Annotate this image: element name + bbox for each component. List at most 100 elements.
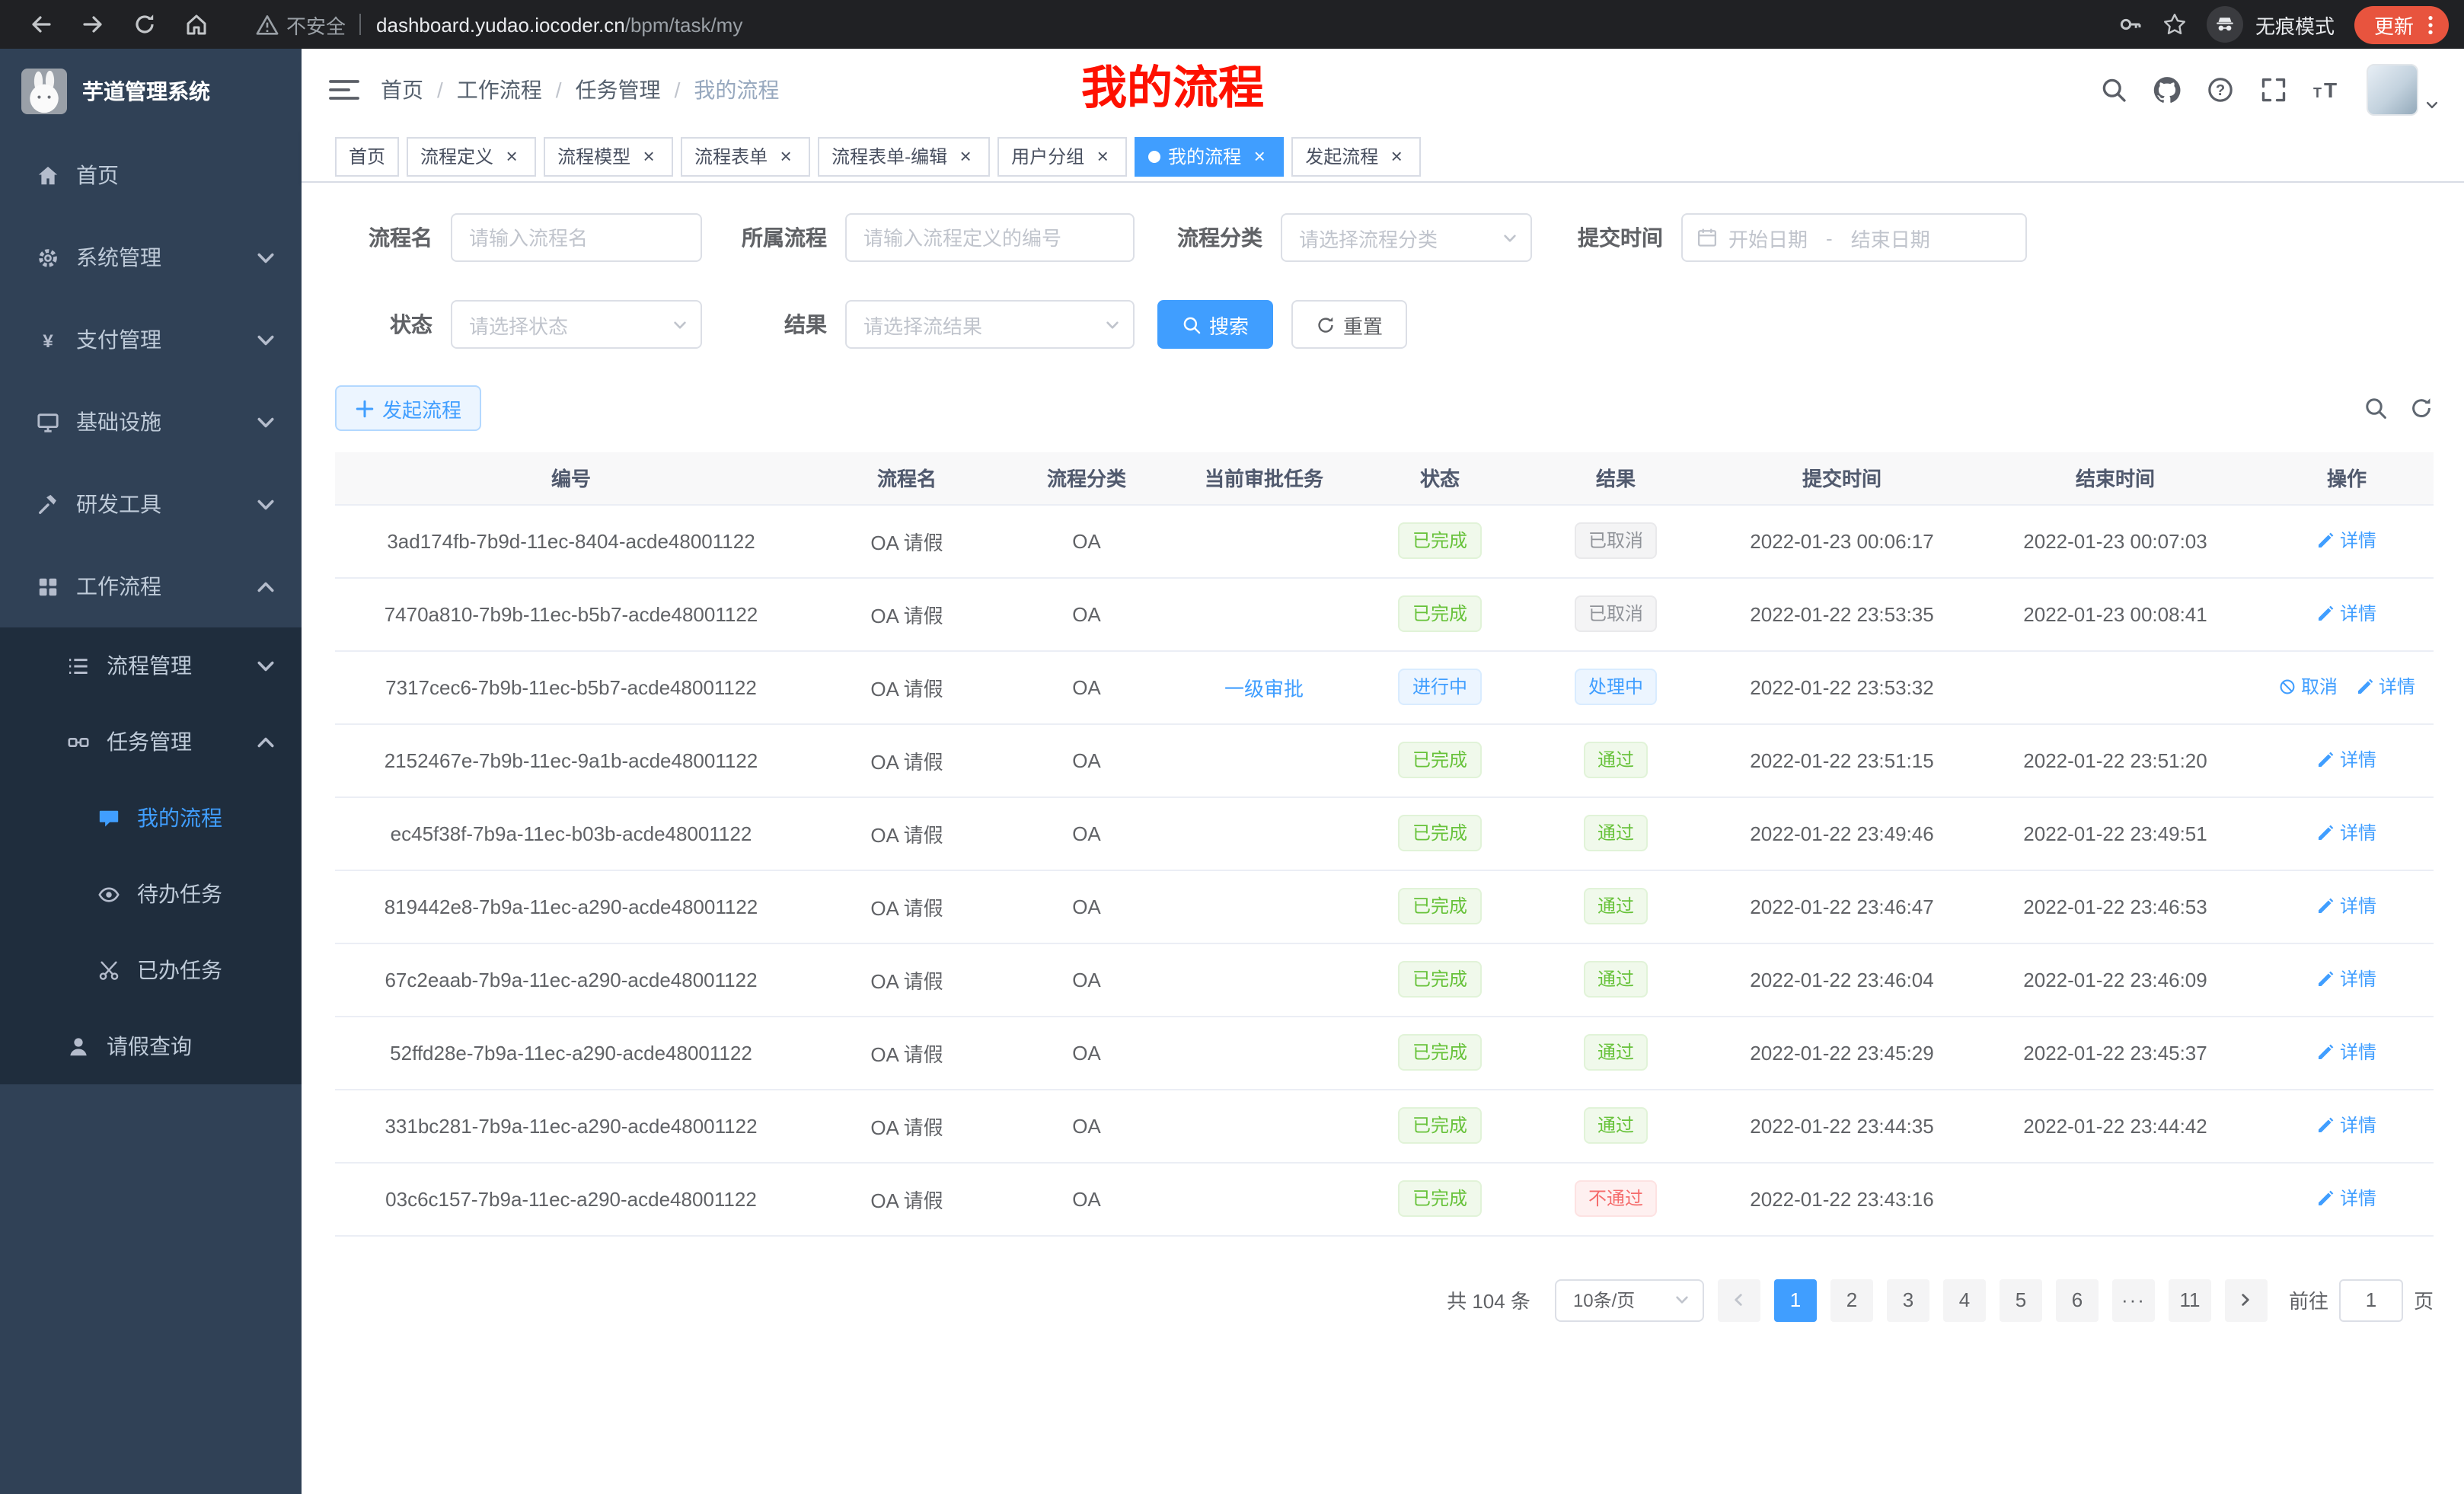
fullscreen-icon[interactable] xyxy=(2260,76,2287,104)
reload-icon[interactable] xyxy=(132,12,157,37)
sidebar-item-done-tasks[interactable]: 已办任务 xyxy=(0,932,302,1008)
sidebar-item-my-process[interactable]: 我的流程 xyxy=(0,780,302,856)
task-link[interactable]: 一级审批 xyxy=(1224,677,1304,700)
sidebar-item-leave-query[interactable]: 请假查询 xyxy=(0,1008,302,1084)
detail-link[interactable]: 详情 xyxy=(2317,528,2376,554)
address-bar[interactable]: 不安全 dashboard.yudao.iocoder.cn/bpm/task/… xyxy=(256,10,742,39)
browser-home-icon[interactable] xyxy=(184,12,209,37)
detail-link[interactable]: 详情 xyxy=(2317,747,2376,773)
page-button-5[interactable]: 5 xyxy=(2000,1279,2042,1321)
prev-page-button[interactable] xyxy=(1718,1279,1760,1321)
forward-icon[interactable] xyxy=(81,12,105,37)
tab-user-group[interactable]: 用户分组× xyxy=(997,136,1127,176)
status-placeholder: 请选择状态 xyxy=(469,310,568,339)
sidebar-item-label: 待办任务 xyxy=(137,879,222,909)
sidebar-item-home[interactable]: 首页 xyxy=(0,134,302,216)
sidebar-item-process-management[interactable]: 流程管理 xyxy=(0,627,302,704)
tab-process-model[interactable]: 流程模型× xyxy=(544,136,673,176)
close-icon[interactable]: × xyxy=(775,145,796,167)
action-label: 详情 xyxy=(2340,747,2376,773)
close-icon[interactable]: × xyxy=(955,145,976,167)
status-tag: 已完成 xyxy=(1399,742,1481,778)
detail-link[interactable]: 详情 xyxy=(2356,674,2415,700)
close-icon[interactable]: × xyxy=(638,145,659,167)
detail-link[interactable]: 详情 xyxy=(2317,820,2376,846)
start-process-button[interactable]: 发起流程 xyxy=(335,385,481,431)
back-icon[interactable] xyxy=(29,12,53,37)
refresh-table-icon[interactable] xyxy=(2409,396,2434,420)
user-menu[interactable] xyxy=(2367,64,2440,116)
password-key-icon[interactable] xyxy=(2118,12,2143,37)
detail-link[interactable]: 详情 xyxy=(2317,966,2376,992)
table-row: 03c6c157-7b9a-11ec-a290-acde48001122OA 请… xyxy=(335,1162,2434,1235)
page-button-2[interactable]: 2 xyxy=(1830,1279,1873,1321)
page-size-select[interactable]: 10条/页 xyxy=(1555,1279,1704,1321)
cell-submit-time: 2022-01-23 00:06:17 xyxy=(1713,504,1971,577)
tab-process-definition[interactable]: 流程定义× xyxy=(407,136,536,176)
next-page-button[interactable] xyxy=(2225,1279,2268,1321)
github-icon[interactable] xyxy=(2153,76,2181,104)
detail-link[interactable]: 详情 xyxy=(2317,1039,2376,1065)
column-header: 当前审批任务 xyxy=(1167,452,1361,504)
jump-page-input[interactable] xyxy=(2339,1279,2403,1321)
sidebar-item-infrastructure[interactable]: 基础设施 xyxy=(0,381,302,463)
sidebar-item-label: 支付管理 xyxy=(76,324,161,355)
calendar-icon xyxy=(1696,227,1718,248)
pagination: 共 104 条 10条/页 123456···11 前往 页 xyxy=(335,1279,2434,1321)
page-button-4[interactable]: 4 xyxy=(1943,1279,1986,1321)
submit-time-range-picker[interactable]: 开始日期 - 结束日期 xyxy=(1681,213,2027,262)
page-button-11[interactable]: 11 xyxy=(2169,1279,2211,1321)
cancel-link[interactable]: 取消 xyxy=(2278,674,2338,700)
more-pages-button[interactable]: ··· xyxy=(2112,1279,2155,1321)
detail-link[interactable]: 详情 xyxy=(2317,893,2376,919)
tab-home[interactable]: 首页 xyxy=(335,136,399,176)
sidebar-item-system[interactable]: 系统管理 xyxy=(0,216,302,298)
process-name-label: 流程名 xyxy=(335,222,432,253)
tab-process-form[interactable]: 流程表单× xyxy=(681,136,810,176)
tab-start-process[interactable]: 发起流程× xyxy=(1291,136,1421,176)
parent-process-input[interactable] xyxy=(845,213,1135,262)
tab-my-process[interactable]: 我的流程× xyxy=(1135,136,1284,176)
page-buttons: 123456 ··· 11 xyxy=(1774,1279,2211,1321)
breadcrumb-item[interactable]: 工作流程 xyxy=(457,75,542,105)
sidebar-item-devtools[interactable]: 研发工具 xyxy=(0,463,302,545)
search-button[interactable]: 搜索 xyxy=(1157,300,1273,349)
status-select[interactable]: 请选择状态 xyxy=(451,300,702,349)
active-tab-dot xyxy=(1148,150,1160,162)
category-select[interactable]: 请选择流程分类 xyxy=(1281,213,1532,262)
help-icon[interactable]: ? xyxy=(2207,76,2234,104)
page-button-6[interactable]: 6 xyxy=(2056,1279,2099,1321)
sidebar-item-workflow[interactable]: 工作流程 xyxy=(0,545,302,627)
detail-link[interactable]: 详情 xyxy=(2317,1186,2376,1211)
chevron-down-icon xyxy=(2424,97,2440,113)
sidebar-item-todo-tasks[interactable]: 待办任务 xyxy=(0,856,302,932)
cell-end-time: 2022-01-22 23:46:09 xyxy=(1971,943,2260,1016)
close-icon[interactable]: × xyxy=(1386,145,1407,167)
reset-button[interactable]: 重置 xyxy=(1291,300,1407,349)
update-button[interactable]: 更新 xyxy=(2354,5,2449,43)
result-select[interactable]: 请选择流结果 xyxy=(845,300,1135,349)
sidebar-item-task-management[interactable]: 任务管理 xyxy=(0,704,302,780)
browser-menu-icon[interactable] xyxy=(2423,13,2438,36)
close-icon[interactable]: × xyxy=(501,145,522,167)
sidebar-item-payment[interactable]: ¥支付管理 xyxy=(0,298,302,381)
page-button-3[interactable]: 3 xyxy=(1887,1279,1929,1321)
close-icon[interactable]: × xyxy=(1249,145,1270,167)
toggle-search-icon[interactable] xyxy=(2363,396,2388,420)
tab-process-form-edit[interactable]: 流程表单-编辑× xyxy=(818,136,990,176)
plus-icon xyxy=(355,398,375,418)
close-icon[interactable]: × xyxy=(1092,145,1113,167)
page-button-1[interactable]: 1 xyxy=(1774,1279,1817,1321)
bookmark-star-icon[interactable] xyxy=(2162,12,2187,37)
logo-row[interactable]: 芋道管理系统 xyxy=(0,49,302,134)
font-size-icon[interactable]: TT xyxy=(2313,76,2341,104)
chevron-right-icon xyxy=(2238,1291,2255,1308)
detail-link[interactable]: 详情 xyxy=(2317,601,2376,627)
breadcrumb-item[interactable]: 首页 xyxy=(381,75,423,105)
search-icon[interactable] xyxy=(2100,76,2127,104)
status-label: 状态 xyxy=(335,309,432,340)
process-name-input[interactable] xyxy=(451,213,702,262)
sidebar-toggle-icon[interactable] xyxy=(329,78,359,102)
breadcrumb-item[interactable]: 任务管理 xyxy=(576,75,661,105)
detail-link[interactable]: 详情 xyxy=(2317,1113,2376,1138)
